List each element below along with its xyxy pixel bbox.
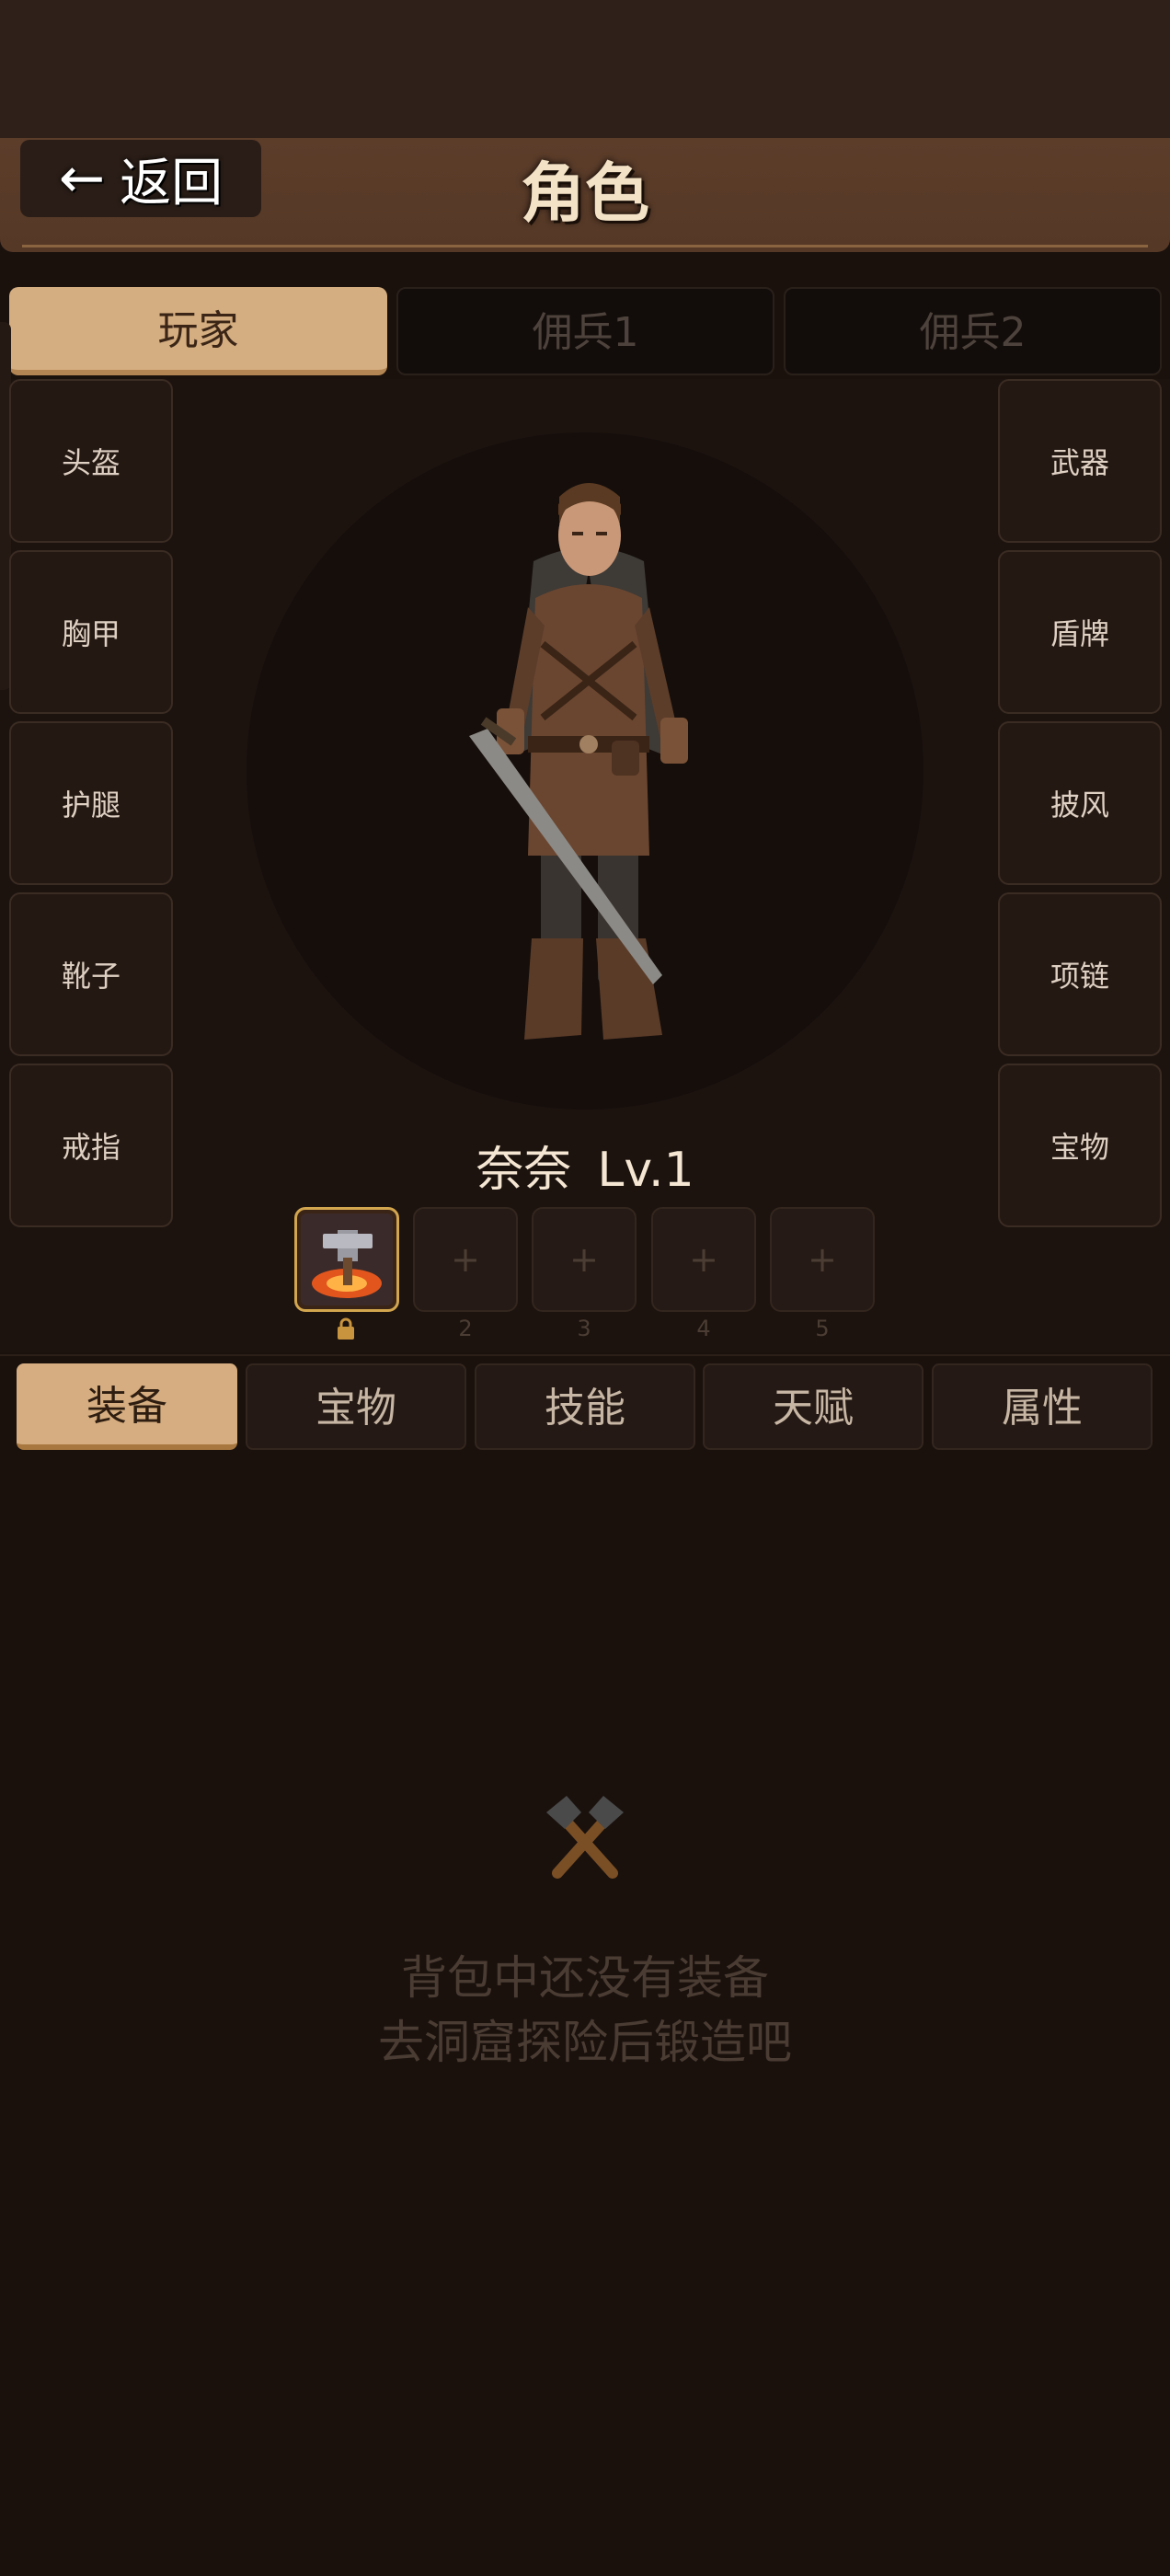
slot-index-5: 5 — [815, 1316, 830, 1341]
section-divider — [0, 1354, 1170, 1356]
hero-name: 奈奈 — [476, 1143, 572, 1198]
slot-helmet[interactable]: 头盔 — [9, 379, 173, 543]
slot-label: 披风 — [1050, 788, 1109, 822]
plus-icon: + — [689, 1239, 718, 1280]
lock-icon — [338, 1317, 354, 1340]
character-tabs: 玩家 佣兵1 佣兵2 — [9, 287, 1163, 375]
slot-label: 胸甲 — [61, 616, 120, 651]
page-title: 角色 — [521, 155, 649, 231]
skill-slot-2[interactable]: + — [413, 1207, 518, 1312]
tab-treasure[interactable]: 宝物 — [246, 1363, 466, 1450]
slot-necklace[interactable]: 项链 — [998, 892, 1162, 1056]
plus-icon: + — [808, 1239, 837, 1280]
skill-slot-1[interactable] — [294, 1207, 399, 1312]
inventory-tabs: 装备 宝物 技能 天赋 属性 — [17, 1363, 1153, 1450]
plus-icon: + — [451, 1239, 480, 1280]
plus-icon: + — [569, 1239, 599, 1280]
slot-label: 武器 — [1050, 445, 1109, 480]
empty-message-line-2: 去洞窟探险后锻造吧 — [378, 2016, 792, 2069]
slot-label: 靴子 — [61, 959, 120, 994]
slot-label: 盾牌 — [1050, 616, 1109, 651]
slot-cloak[interactable]: 披风 — [998, 721, 1162, 885]
tab-equipment[interactable]: 装备 — [17, 1363, 237, 1450]
slot-shield[interactable]: 盾牌 — [998, 550, 1162, 714]
slot-legs[interactable]: 护腿 — [9, 721, 173, 885]
skill-slot-3[interactable]: + — [532, 1207, 637, 1312]
slot-weapon[interactable]: 武器 — [998, 379, 1162, 543]
hero-name-level: 奈奈 Lv.1 — [0, 1133, 1170, 1207]
tab-skills[interactable]: 技能 — [475, 1363, 695, 1450]
skill-slot-5[interactable]: + — [770, 1207, 875, 1312]
hero-level: Lv.1 — [597, 1143, 694, 1198]
tab-mercenary-1[interactable]: 佣兵1 — [396, 287, 774, 375]
slot-index-3: 3 — [577, 1316, 591, 1341]
tab-player[interactable]: 玩家 — [9, 287, 387, 375]
tab-mercenary-2[interactable]: 佣兵2 — [784, 287, 1162, 375]
slot-label: 头盔 — [61, 445, 120, 480]
slot-label: 护腿 — [61, 788, 120, 822]
hero-portrait — [469, 483, 688, 1040]
skill-slot-4[interactable]: + — [651, 1207, 756, 1312]
slot-index-2: 2 — [458, 1316, 473, 1341]
tab-attributes[interactable]: 属性 — [932, 1363, 1153, 1450]
top-band — [0, 0, 1170, 138]
slot-label: 项链 — [1050, 959, 1109, 994]
tab-talents[interactable]: 天赋 — [703, 1363, 923, 1450]
hammer-fire-icon — [301, 1213, 393, 1305]
slot-boots[interactable]: 靴子 — [9, 892, 173, 1056]
empty-message-line-1: 背包中还没有装备 — [401, 1951, 769, 2005]
slot-index-4: 4 — [696, 1316, 711, 1341]
header-divider — [22, 245, 1148, 247]
crossed-hammers-icon — [546, 1796, 624, 1879]
slot-chest[interactable]: 胸甲 — [9, 550, 173, 714]
